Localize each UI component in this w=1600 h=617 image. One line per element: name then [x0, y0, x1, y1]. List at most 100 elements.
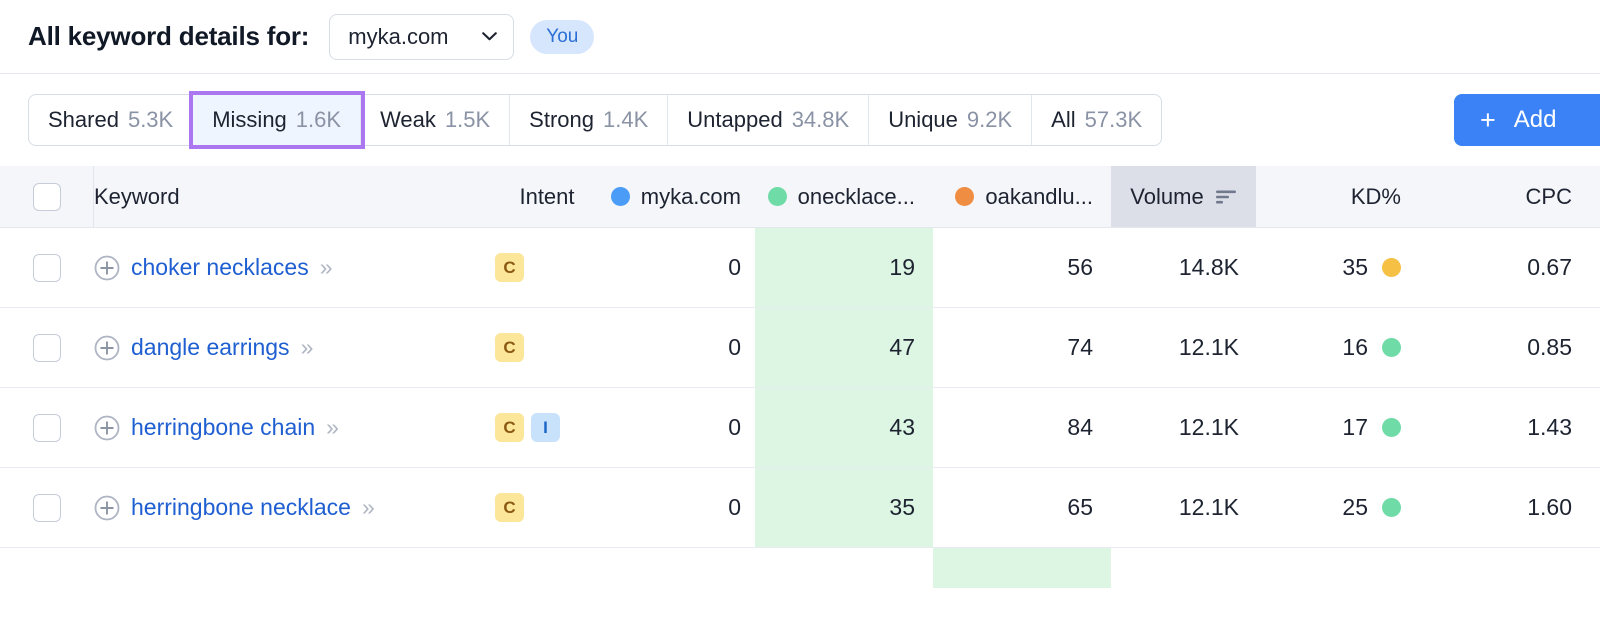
volume-cell-value: 12.1K	[1178, 494, 1239, 520]
row-checkbox[interactable]	[33, 493, 61, 522]
tab-unique[interactable]: Unique 9.2K	[869, 95, 1033, 145]
keyword-cell: herringbone chain »	[94, 388, 495, 467]
table-row[interactable]: dangle earrings » C 0 47 74 12.1K 16 0.85	[0, 308, 1600, 388]
add-keyword-icon[interactable]	[94, 415, 120, 441]
keyword-link[interactable]: herringbone necklace	[131, 494, 351, 521]
header-kd-label: KD%	[1350, 183, 1401, 209]
filter-tab-row: Shared 5.3K Missing 1.6K Weak 1.5K Strong 1.4K U…	[0, 74, 1600, 166]
add-button-label: Add	[1513, 106, 1557, 133]
domain-select[interactable]: myka.com	[329, 13, 515, 60]
tab-label: Untapped	[687, 107, 783, 132]
table-row[interactable]	[0, 548, 1600, 588]
kd-difficulty-dot	[1382, 498, 1401, 517]
tab-count: 57.3K	[1084, 107, 1143, 132]
header-oakandlu[interactable]: oakandlu...	[933, 166, 1111, 227]
header-myka[interactable]: myka.com	[605, 166, 755, 227]
oakandlu-cell-value: 84	[1067, 414, 1093, 440]
add-keyword-icon[interactable]	[94, 335, 120, 361]
keyword-link[interactable]: dangle earrings	[131, 334, 290, 361]
row-checkbox[interactable]	[33, 413, 61, 442]
onecklace-cell: 47	[755, 308, 933, 387]
intent-badge-c[interactable]: C	[495, 253, 524, 282]
tab-count: 1.6K	[295, 107, 342, 132]
kd-cell: 16	[1256, 308, 1423, 387]
intent-cell: C	[495, 468, 605, 547]
onecklace-cell-value: 35	[889, 494, 915, 520]
header-volume[interactable]: Volume	[1111, 166, 1256, 227]
keyword-link[interactable]: herringbone chain	[131, 414, 315, 441]
table-row[interactable]: herringbone necklace » C 0 35 65 12.1K 25 1.60	[0, 468, 1600, 548]
select-all-checkbox[interactable]	[32, 182, 61, 211]
tab-shared[interactable]: Shared 5.3K	[29, 95, 194, 145]
tab-strong[interactable]: Strong 1.4K	[510, 95, 669, 145]
intent-cell: C	[495, 308, 605, 387]
domain-select-value: myka.com	[348, 23, 449, 49]
cpc-cell: 0.85	[1423, 308, 1600, 387]
kd-value: 17	[1342, 414, 1368, 440]
table-row[interactable]: herringbone chain » C I 0 43 84 12.1K 17 1.43	[0, 388, 1600, 468]
keyword-cell	[94, 548, 495, 588]
oakandlu-cell: 84	[933, 388, 1111, 467]
header-intent-label: Intent	[519, 183, 575, 209]
row-select-cell	[0, 468, 94, 547]
filter-tab-group: Shared 5.3K Missing 1.6K Weak 1.5K Strong 1.4K U…	[28, 91, 1163, 149]
intent-cell	[495, 548, 605, 588]
cpc-cell: 1.43	[1423, 388, 1600, 467]
row-checkbox[interactable]	[33, 253, 61, 282]
intent-badge-c[interactable]: C	[495, 333, 524, 362]
intent-badge-c[interactable]: C	[495, 413, 524, 442]
intent-badge-c[interactable]: C	[495, 493, 524, 522]
tab-label: Strong	[529, 107, 594, 132]
onecklace-cell: 35	[755, 468, 933, 547]
cpc-cell: 1.60	[1423, 468, 1600, 547]
chevron-double-right-icon[interactable]: »	[362, 494, 375, 521]
kd-difficulty-dot	[1382, 418, 1401, 437]
intent-badge-i[interactable]: I	[531, 413, 560, 442]
header-oakandlu-label: oakandlu...	[985, 183, 1093, 209]
header-keyword[interactable]: Keyword	[94, 166, 495, 227]
add-keyword-icon[interactable]	[94, 255, 120, 281]
header-intent[interactable]: Intent	[495, 166, 605, 227]
intent-cell: C	[495, 228, 605, 307]
myka-cell-value: 0	[728, 334, 741, 360]
volume-cell-value: 12.1K	[1178, 414, 1239, 440]
table-row[interactable]: choker necklaces » C 0 19 56 14.8K 35 0.67	[0, 228, 1600, 308]
onecklace-cell: 43	[755, 388, 933, 467]
row-select-cell	[0, 388, 94, 467]
chevron-double-right-icon[interactable]: »	[326, 414, 339, 441]
tab-all[interactable]: All 57.3K	[1032, 95, 1161, 145]
row-checkbox[interactable]	[33, 333, 61, 362]
tab-label: Unique	[888, 107, 958, 132]
tab-missing[interactable]: Missing 1.6K	[189, 91, 366, 149]
header-keyword-label: Keyword	[94, 183, 180, 209]
tab-count: 5.3K	[127, 107, 174, 132]
chevron-double-right-icon[interactable]: »	[320, 254, 333, 281]
volume-cell	[1111, 548, 1256, 588]
row-select-cell	[0, 548, 94, 588]
kd-value: 35	[1342, 254, 1368, 280]
tab-count: 9.2K	[966, 107, 1013, 132]
add-button[interactable]: + Add	[1454, 94, 1600, 146]
cpc-cell	[1423, 548, 1600, 588]
you-badge: You	[530, 19, 595, 54]
oakandlu-color-dot	[955, 187, 975, 206]
myka-cell: 0	[605, 388, 755, 467]
add-keyword-icon[interactable]	[94, 495, 120, 521]
header-cpc[interactable]: CPC	[1423, 166, 1600, 227]
kd-cell: 35	[1256, 228, 1423, 307]
header-kd[interactable]: KD%	[1256, 166, 1423, 227]
chevron-double-right-icon[interactable]: »	[301, 334, 314, 361]
page-header: All keyword details for: myka.com You	[0, 0, 1600, 74]
header-onecklace[interactable]: onecklace...	[755, 166, 933, 227]
tab-weak[interactable]: Weak 1.5K	[361, 95, 511, 145]
keyword-link[interactable]: choker necklaces	[131, 254, 309, 281]
tab-untapped[interactable]: Untapped 34.8K	[668, 95, 870, 145]
header-myka-label: myka.com	[640, 183, 741, 209]
keyword-table: Keyword Intent myka.com onecklace... oak…	[0, 166, 1600, 588]
myka-cell: 0	[605, 308, 755, 387]
onecklace-color-dot	[767, 187, 787, 206]
kd-value: 25	[1342, 494, 1368, 520]
myka-cell: 0	[605, 228, 755, 307]
onecklace-cell	[755, 548, 933, 588]
oakandlu-cell-value: 74	[1067, 334, 1093, 360]
